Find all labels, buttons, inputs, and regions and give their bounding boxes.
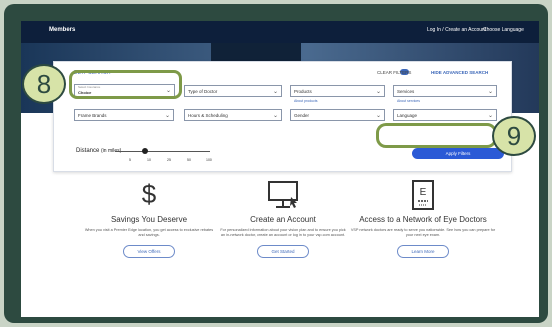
chevron-down-icon: ⌄ bbox=[272, 113, 278, 119]
distance-slider-handle[interactable] bbox=[142, 148, 148, 154]
device-frame: Members Log In / Create an Account Choos… bbox=[4, 4, 548, 323]
view-offers-button[interactable]: View Offers bbox=[123, 245, 175, 258]
top-nav-bar: Members Log In / Create an Account Choos… bbox=[21, 21, 539, 43]
web-page: Members Log In / Create an Account Choos… bbox=[21, 21, 539, 317]
apply-filters-button[interactable]: Apply Filters bbox=[412, 148, 504, 159]
advanced-search-link[interactable]: HIDE ADVANCED SEARCH bbox=[431, 70, 488, 75]
distance-slider-track[interactable] bbox=[115, 151, 210, 152]
learn-more-button[interactable]: Learn More bbox=[397, 245, 449, 258]
get-started-button[interactable]: Get Started bbox=[257, 245, 309, 258]
feature-savings: $ Savings You Deserve When you visit a P… bbox=[84, 179, 214, 258]
svg-text:E: E bbox=[420, 187, 427, 198]
language-selector[interactable]: Choose Language bbox=[483, 27, 524, 33]
feature-account: Create an Account For personalized infor… bbox=[218, 179, 348, 258]
computer-icon bbox=[218, 179, 348, 213]
chevron-down-icon: ⌄ bbox=[272, 89, 278, 95]
login-link[interactable]: Log In / Create an Account bbox=[427, 27, 486, 33]
callout-highlight-insurance bbox=[69, 70, 182, 99]
chevron-down-icon: ⌄ bbox=[487, 113, 493, 119]
clear-filters-link[interactable]: CLEAR FILTERS bbox=[377, 70, 411, 75]
feature-network: E Access to a Network of Eye Doctors VSP… bbox=[348, 179, 498, 258]
chevron-down-icon: ⌄ bbox=[164, 113, 170, 119]
gender-select[interactable]: Gender ⌄ bbox=[290, 109, 385, 121]
eye-chart-icon: E bbox=[348, 179, 498, 213]
about-services-link[interactable]: About services bbox=[397, 99, 420, 103]
about-products-link[interactable]: About products bbox=[294, 99, 318, 103]
doctor-type-select[interactable]: Type of Doctor ⌄ bbox=[184, 85, 282, 97]
services-select[interactable]: Services ⌄ bbox=[393, 85, 497, 97]
callout-highlight-apply bbox=[376, 123, 497, 148]
language-select[interactable]: Language ⌄ bbox=[393, 109, 497, 121]
members-link[interactable]: Members bbox=[49, 27, 75, 33]
hours-select[interactable]: Hours & Scheduling ⌄ bbox=[184, 109, 282, 121]
frame-brands-select[interactable]: Frame Brands ⌄ bbox=[74, 109, 174, 121]
chevron-down-icon: ⌄ bbox=[487, 89, 493, 95]
dollar-icon: $ bbox=[141, 179, 157, 209]
chevron-down-icon: ⌄ bbox=[375, 113, 381, 119]
products-select[interactable]: Products ⌄ bbox=[290, 85, 385, 97]
callout-number-8: 8 bbox=[22, 64, 66, 104]
chevron-down-icon: ⌄ bbox=[375, 89, 381, 95]
callout-number-9: 9 bbox=[492, 116, 536, 156]
